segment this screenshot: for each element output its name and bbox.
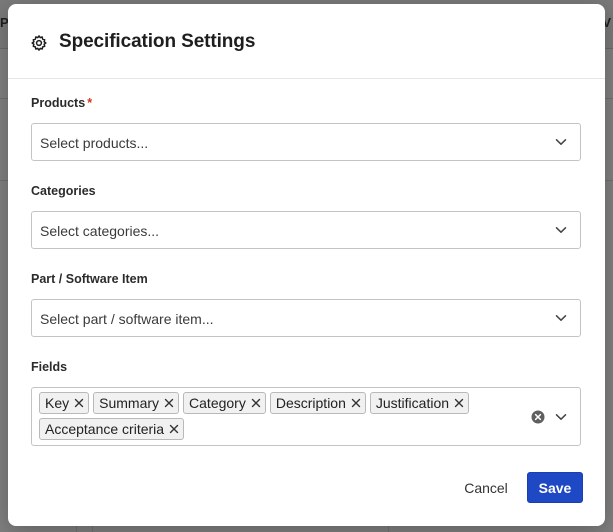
products-placeholder: Select products...	[40, 135, 149, 151]
dialog-header: Specification Settings	[8, 4, 605, 79]
field-chip-label: Category	[189, 395, 246, 411]
gear-icon	[31, 35, 47, 51]
field-chip-label: Key	[45, 395, 70, 411]
required-mark: *	[87, 96, 93, 110]
field-chip: Justification	[369, 392, 470, 414]
chevron-down-icon[interactable]	[555, 413, 567, 421]
dialog-title: Specification Settings	[59, 31, 256, 52]
fields-label: Fields	[31, 360, 68, 374]
categories-label: Categories	[31, 184, 96, 198]
field-chip: Summary	[93, 392, 180, 414]
part-software-item-select[interactable]: Select part / software item...	[31, 299, 581, 337]
cancel-button[interactable]: Cancel	[450, 472, 522, 503]
field-chip-label: Description	[275, 395, 346, 411]
categories-placeholder: Select categories...	[40, 223, 160, 239]
field-chip-label: Justification	[375, 395, 450, 411]
specification-settings-dialog: Specification Settings Products * Select …	[8, 4, 605, 526]
categories-select[interactable]: Select categories...	[31, 211, 581, 249]
field-chip: Description	[269, 392, 366, 414]
remove-chip-icon[interactable]	[251, 398, 261, 408]
remove-chip-icon[interactable]	[74, 398, 84, 408]
save-button[interactable]: Save	[527, 472, 583, 503]
remove-chip-icon[interactable]	[351, 398, 361, 408]
field-chip-label: Summary	[99, 395, 160, 411]
clear-all-icon[interactable]	[531, 410, 545, 424]
fields-multiselect[interactable]: Key Summary Category Description Justifi…	[31, 387, 581, 446]
remove-chip-icon[interactable]	[164, 398, 174, 408]
chevron-down-icon[interactable]	[555, 138, 567, 146]
field-chip: Key	[39, 392, 90, 414]
products-label-text: Products	[31, 96, 86, 110]
field-chip: Acceptance criteria	[39, 418, 185, 440]
part-software-item-placeholder: Select part / software item...	[40, 311, 214, 327]
chevron-down-icon[interactable]	[555, 226, 567, 234]
products-select[interactable]: Select products...	[31, 123, 581, 161]
remove-chip-icon[interactable]	[169, 424, 179, 434]
part-software-item-label: Part / Software Item	[31, 272, 148, 286]
chevron-down-icon[interactable]	[555, 314, 567, 322]
products-label: Products *	[31, 96, 92, 110]
field-chip-label: Acceptance criteria	[45, 421, 165, 437]
field-chip: Category	[183, 392, 266, 414]
selected-fields-chips: Key Summary Category Description Justifi…	[39, 392, 509, 440]
remove-chip-icon[interactable]	[454, 398, 464, 408]
